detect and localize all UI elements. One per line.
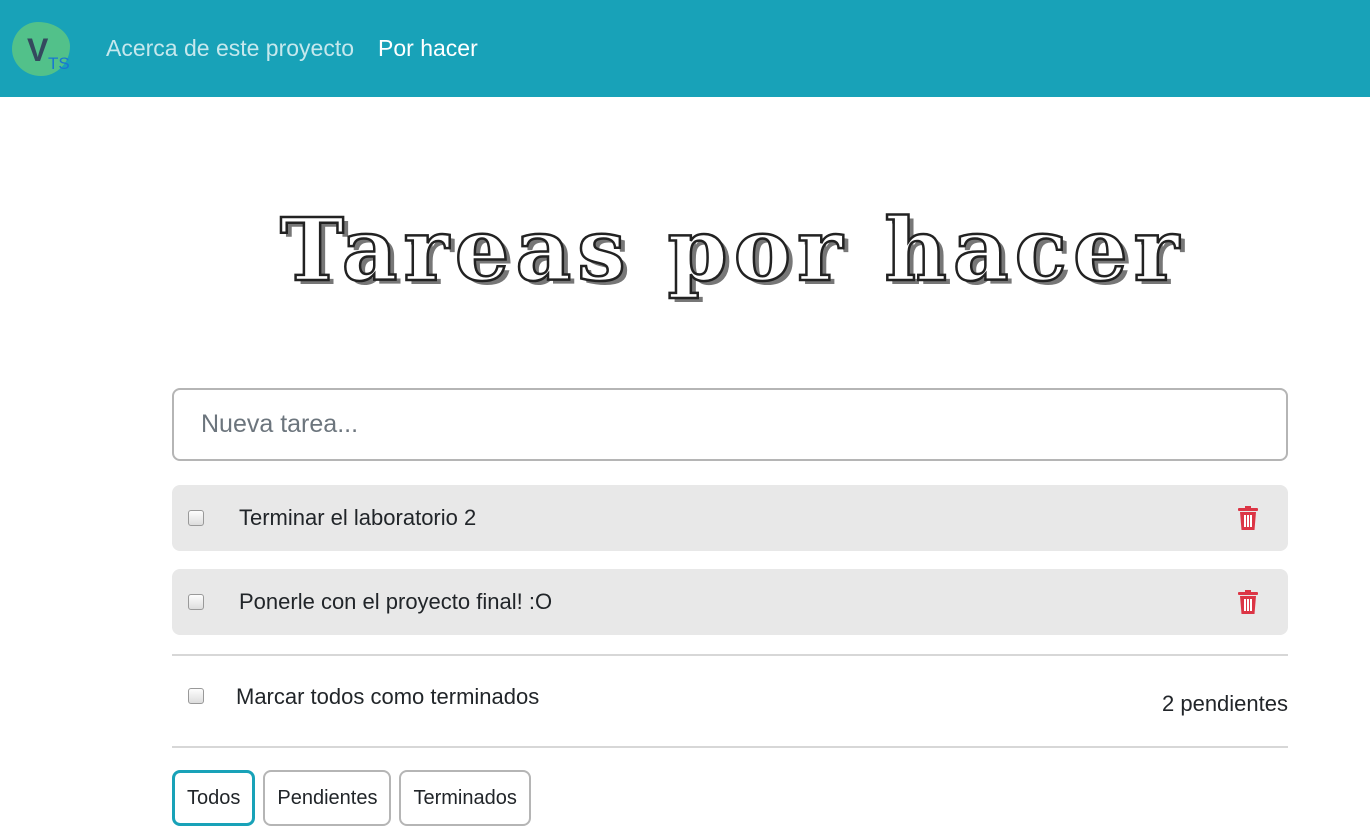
- nav-link-about[interactable]: Acerca de este proyecto: [106, 35, 354, 62]
- todo-item: Ponerle con el proyecto final! :O: [172, 569, 1288, 635]
- divider: [172, 746, 1288, 748]
- nav-link-todo[interactable]: Por hacer: [378, 35, 478, 62]
- page-title: Tareas por hacer: [279, 198, 1185, 302]
- trash-icon[interactable]: [1238, 590, 1258, 614]
- filter-pending-button[interactable]: Pendientes: [263, 770, 392, 826]
- filter-all-button[interactable]: Todos: [172, 770, 256, 826]
- logo[interactable]: V TS: [10, 18, 72, 80]
- todo-text[interactable]: Terminar el laboratorio 2: [239, 505, 476, 531]
- filter-done-button[interactable]: Terminados: [399, 770, 531, 826]
- mark-all-checkbox[interactable]: [188, 688, 204, 704]
- logo-letter: V: [27, 31, 49, 68]
- todo-text[interactable]: Ponerle con el proyecto final! :O: [239, 589, 552, 615]
- pending-count: 2 pendientes: [1162, 691, 1288, 716]
- navbar: V TS Acerca de este proyecto Por hacer: [0, 0, 1370, 97]
- filter-buttons: Todos Pendientes Terminados: [172, 770, 1288, 826]
- mark-all-label[interactable]: Marcar todos como terminados: [236, 684, 539, 710]
- todo-checkbox[interactable]: [188, 594, 204, 610]
- todo-item: Terminar el laboratorio 2: [172, 485, 1288, 551]
- logo-sub: TS: [48, 53, 70, 73]
- todo-checkbox[interactable]: [188, 510, 204, 526]
- todo-app: Terminar el laboratorio 2 Ponerle con el…: [172, 388, 1288, 826]
- footer-row: Marcar todos como terminados 2 pendiente…: [172, 656, 1288, 746]
- trash-icon[interactable]: [1238, 506, 1258, 530]
- new-task-input[interactable]: [172, 388, 1288, 461]
